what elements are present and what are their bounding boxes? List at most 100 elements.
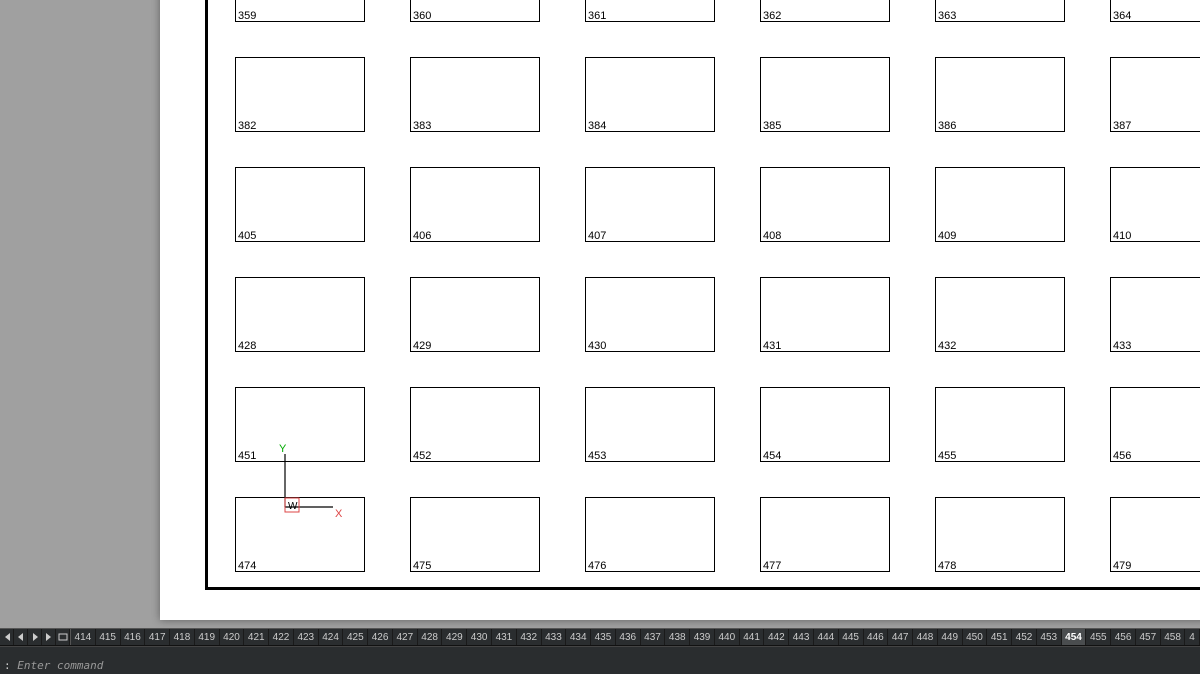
- layout-tab[interactable]: 435: [591, 629, 616, 645]
- layout-tab[interactable]: 436: [616, 629, 641, 645]
- layout-tab[interactable]: 457: [1136, 629, 1161, 645]
- layout-cell-label: 452: [413, 450, 431, 462]
- command-line[interactable]: : Enter command: [0, 659, 1200, 674]
- layout-cell[interactable]: 362: [760, 0, 890, 22]
- layout-cell[interactable]: 410: [1110, 167, 1200, 242]
- layout-tab[interactable]: 427: [393, 629, 418, 645]
- layout-cell[interactable]: 428: [235, 277, 365, 352]
- layout-tab[interactable]: 443: [789, 629, 814, 645]
- layout-tab[interactable]: 433: [542, 629, 567, 645]
- layout-cell[interactable]: 361: [585, 0, 715, 22]
- layout-cell-label: 383: [413, 120, 431, 132]
- layout-cell-label: 431: [763, 340, 781, 352]
- layout-tab[interactable]: 422: [269, 629, 294, 645]
- tab-last-button[interactable]: [42, 629, 56, 645]
- layout-cell[interactable]: 478: [935, 497, 1065, 572]
- layout-cell-label: 432: [938, 340, 956, 352]
- layout-cell[interactable]: 452: [410, 387, 540, 462]
- layout-tab[interactable]: 440: [715, 629, 740, 645]
- layout-cell[interactable]: 408: [760, 167, 890, 242]
- layout-cell-label: 386: [938, 120, 956, 132]
- layout-tab[interactable]: 453: [1037, 629, 1062, 645]
- layout-cell[interactable]: 385: [760, 57, 890, 132]
- tab-first-button[interactable]: [0, 629, 14, 645]
- layout-cell[interactable]: 406: [410, 167, 540, 242]
- layout-tab[interactable]: 439: [690, 629, 715, 645]
- layout-cell[interactable]: 409: [935, 167, 1065, 242]
- layout-tab[interactable]: 447: [888, 629, 913, 645]
- layout-tab[interactable]: 449: [938, 629, 963, 645]
- layout-tab[interactable]: 420: [220, 629, 245, 645]
- layout-cell[interactable]: 431: [760, 277, 890, 352]
- tab-model-button[interactable]: [56, 629, 70, 645]
- layout-cell[interactable]: 407: [585, 167, 715, 242]
- layout-tab[interactable]: 454: [1062, 629, 1087, 645]
- layout-cell[interactable]: 454: [760, 387, 890, 462]
- layout-tab[interactable]: 455: [1086, 629, 1111, 645]
- layout-tab[interactable]: 441: [740, 629, 765, 645]
- layout-tab[interactable]: 425: [343, 629, 368, 645]
- layout-tab[interactable]: 450: [963, 629, 988, 645]
- layout-tab[interactable]: 444: [814, 629, 839, 645]
- tab-prev-button[interactable]: [14, 629, 28, 645]
- layout-tab[interactable]: 437: [641, 629, 666, 645]
- layout-cell[interactable]: 432: [935, 277, 1065, 352]
- layout-tab[interactable]: 414: [71, 629, 96, 645]
- layout-tab[interactable]: 430: [467, 629, 492, 645]
- layout-cell[interactable]: 384: [585, 57, 715, 132]
- layout-tab[interactable]: 415: [96, 629, 121, 645]
- layout-tab[interactable]: 451: [987, 629, 1012, 645]
- layout-tab[interactable]: 4: [1185, 629, 1199, 645]
- layout-cell[interactable]: 382: [235, 57, 365, 132]
- layout-cell[interactable]: 363: [935, 0, 1065, 22]
- layout-cell[interactable]: 474: [235, 497, 365, 572]
- layout-tab[interactable]: 456: [1111, 629, 1136, 645]
- layout-cell[interactable]: 430: [585, 277, 715, 352]
- layout-tab[interactable]: 429: [442, 629, 467, 645]
- layout-tab[interactable]: 438: [665, 629, 690, 645]
- layout-tab[interactable]: 442: [764, 629, 789, 645]
- layout-cell[interactable]: 433: [1110, 277, 1200, 352]
- layout-tab[interactable]: 434: [566, 629, 591, 645]
- layout-cell-label: 455: [938, 450, 956, 462]
- layout-tab[interactable]: 458: [1161, 629, 1186, 645]
- layout-viewport[interactable]: 3593603613623633643653823833843853863873…: [205, 0, 1200, 590]
- layout-cell[interactable]: 405: [235, 167, 365, 242]
- layout-cell-label: 474: [238, 560, 256, 572]
- layout-cell[interactable]: 451: [235, 387, 365, 462]
- layout-cell[interactable]: 364: [1110, 0, 1200, 22]
- layout-tab[interactable]: 448: [913, 629, 938, 645]
- layout-cell[interactable]: 387: [1110, 57, 1200, 132]
- layout-tab[interactable]: 418: [170, 629, 195, 645]
- layout-cell[interactable]: 386: [935, 57, 1065, 132]
- layout-cell[interactable]: 456: [1110, 387, 1200, 462]
- layout-cell[interactable]: 475: [410, 497, 540, 572]
- layout-tab[interactable]: 417: [145, 629, 170, 645]
- layout-cell-label: 428: [238, 340, 256, 352]
- drawing-workspace[interactable]: 3593603613623633643653823833843853863873…: [0, 0, 1200, 628]
- layout-cell[interactable]: 383: [410, 57, 540, 132]
- layout-cell-label: 408: [763, 230, 781, 242]
- layout-cell[interactable]: 479: [1110, 497, 1200, 572]
- layout-cell[interactable]: 477: [760, 497, 890, 572]
- layout-cell[interactable]: 453: [585, 387, 715, 462]
- layout-cell[interactable]: 429: [410, 277, 540, 352]
- layout-tab[interactable]: 446: [864, 629, 889, 645]
- layout-tab[interactable]: 428: [418, 629, 443, 645]
- layout-cell[interactable]: 476: [585, 497, 715, 572]
- layout-tab[interactable]: 421: [244, 629, 269, 645]
- layout-tab[interactable]: 419: [195, 629, 220, 645]
- layout-cell-label: 476: [588, 560, 606, 572]
- layout-cell[interactable]: 359: [235, 0, 365, 22]
- layout-tab[interactable]: 452: [1012, 629, 1037, 645]
- layout-tab[interactable]: 431: [492, 629, 517, 645]
- layout-cell[interactable]: 455: [935, 387, 1065, 462]
- layout-tab[interactable]: 445: [839, 629, 864, 645]
- tab-next-button[interactable]: [28, 629, 42, 645]
- layout-tab[interactable]: 416: [121, 629, 146, 645]
- layout-cell[interactable]: 360: [410, 0, 540, 22]
- layout-tab[interactable]: 424: [319, 629, 344, 645]
- layout-tab[interactable]: 426: [368, 629, 393, 645]
- layout-tab[interactable]: 423: [294, 629, 319, 645]
- layout-tab[interactable]: 432: [517, 629, 542, 645]
